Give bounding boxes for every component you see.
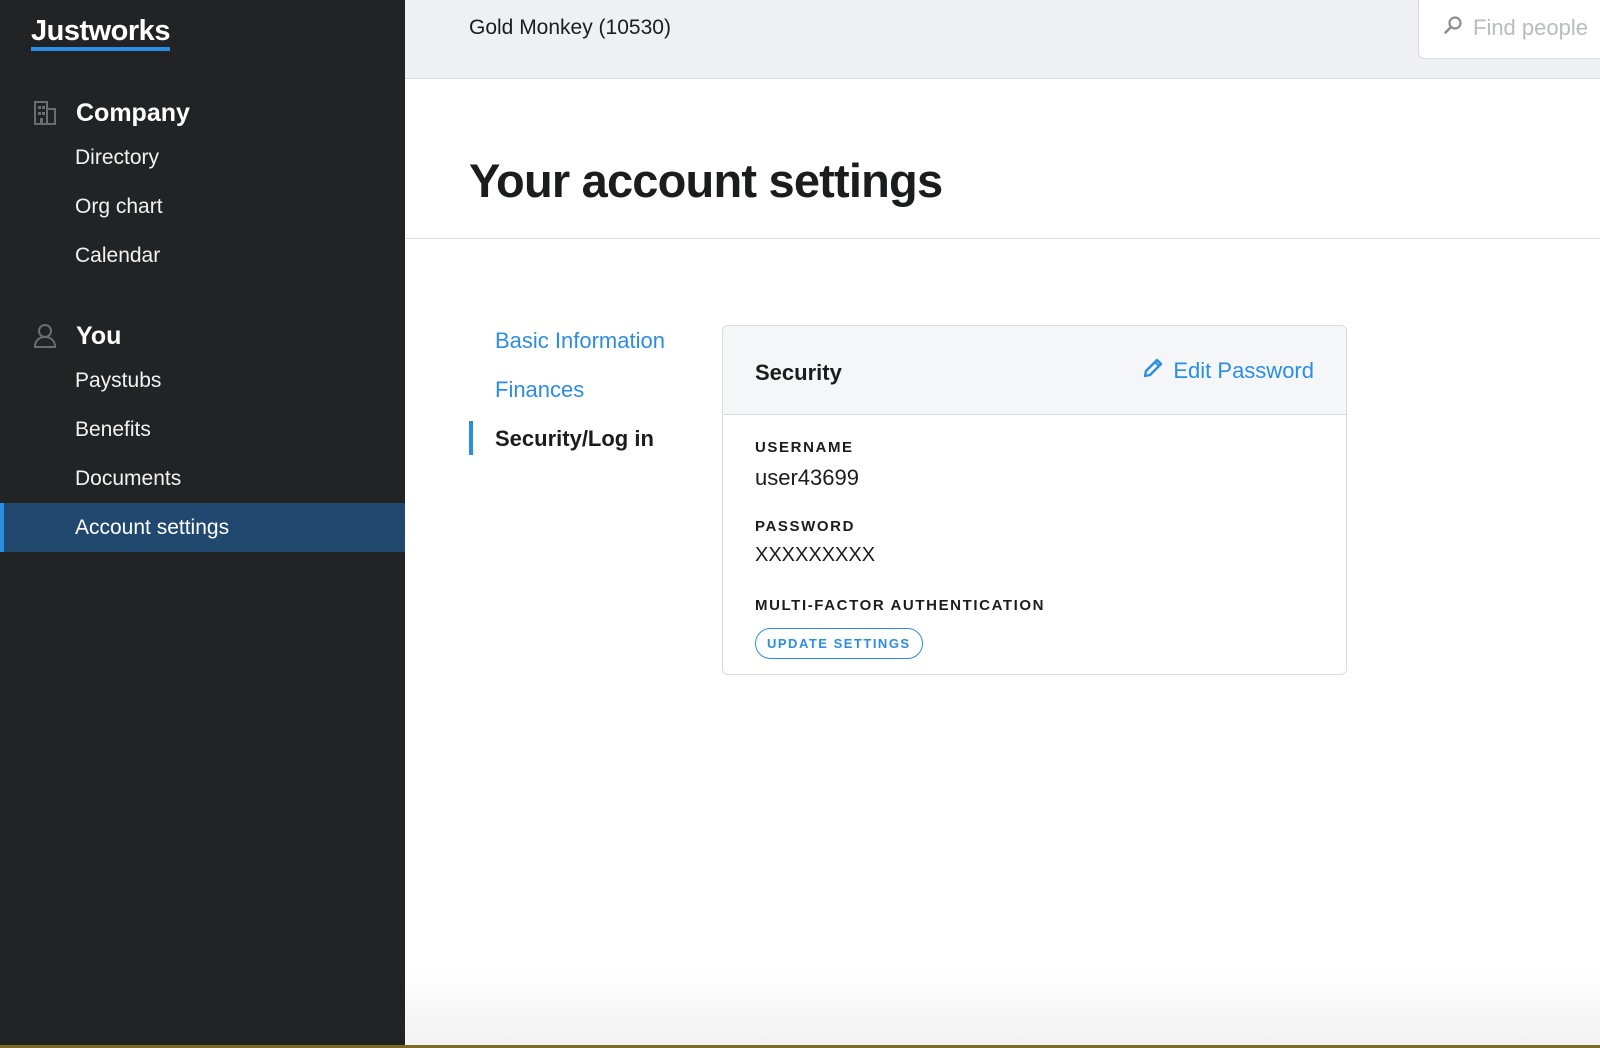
security-card-title: Security xyxy=(755,360,842,385)
nav-heading-label: Company xyxy=(76,98,190,127)
password-value: XXXXXXXXX xyxy=(755,544,876,566)
search-box[interactable]: Find people xyxy=(1418,0,1600,59)
security-card: Security Edit Password USERNAME user4369… xyxy=(722,325,1347,675)
main-content: Your account settings Basic Information … xyxy=(405,79,1600,1048)
sidebar-item-calendar[interactable]: Calendar xyxy=(0,231,405,280)
subnav-finances[interactable]: Finances xyxy=(469,372,665,421)
sidebar-item-paystubs[interactable]: Paystubs xyxy=(0,356,405,405)
sidebar-item-account-settings[interactable]: Account settings xyxy=(0,503,405,552)
edit-password-label: Edit Password xyxy=(1173,357,1314,383)
sidebar-item-documents[interactable]: Documents xyxy=(0,454,405,503)
security-card-header: Security Edit Password xyxy=(723,326,1346,415)
company-name[interactable]: Gold Monkey (10530) xyxy=(469,16,671,40)
nav-section-company: Company Directory Org chart Calendar xyxy=(0,93,405,280)
pencil-icon xyxy=(1141,356,1165,385)
search-input[interactable]: Find people xyxy=(1473,15,1588,41)
nav-heading-you[interactable]: You xyxy=(0,316,405,356)
username-label: USERNAME xyxy=(755,439,854,456)
sidebar-item-directory[interactable]: Directory xyxy=(0,133,405,182)
bottom-fade xyxy=(405,968,1600,1048)
search-icon xyxy=(1443,15,1463,40)
page-title: Your account settings xyxy=(469,154,943,207)
mfa-label: MULTI-FACTOR AUTHENTICATION xyxy=(755,597,1046,614)
subnav-basic-information[interactable]: Basic Information xyxy=(469,323,665,372)
edit-password-button[interactable]: Edit Password xyxy=(1141,356,1314,385)
nav-section-you: You Paystubs Benefits Documents Account … xyxy=(0,316,405,552)
person-icon xyxy=(32,323,58,349)
nav-heading-label: You xyxy=(76,321,122,350)
top-bar: Gold Monkey (10530) Find people xyxy=(405,0,1600,79)
page-header: Your account settings xyxy=(405,79,1600,239)
sidebar: Justworks Company Directory Org chart Ca… xyxy=(0,0,405,1048)
password-label: PASSWORD xyxy=(755,518,856,535)
settings-subnav: Basic Information Finances Security/Log … xyxy=(469,323,665,470)
sidebar-item-benefits[interactable]: Benefits xyxy=(0,405,405,454)
nav-heading-company[interactable]: Company xyxy=(0,93,405,133)
building-icon xyxy=(32,100,58,126)
justworks-logo[interactable]: Justworks xyxy=(31,16,170,51)
update-settings-button[interactable]: UPDATE SETTINGS xyxy=(755,628,923,659)
sidebar-item-org-chart[interactable]: Org chart xyxy=(0,182,405,231)
username-value: user43699 xyxy=(755,465,859,490)
subnav-security-login[interactable]: Security/Log in xyxy=(469,421,665,470)
